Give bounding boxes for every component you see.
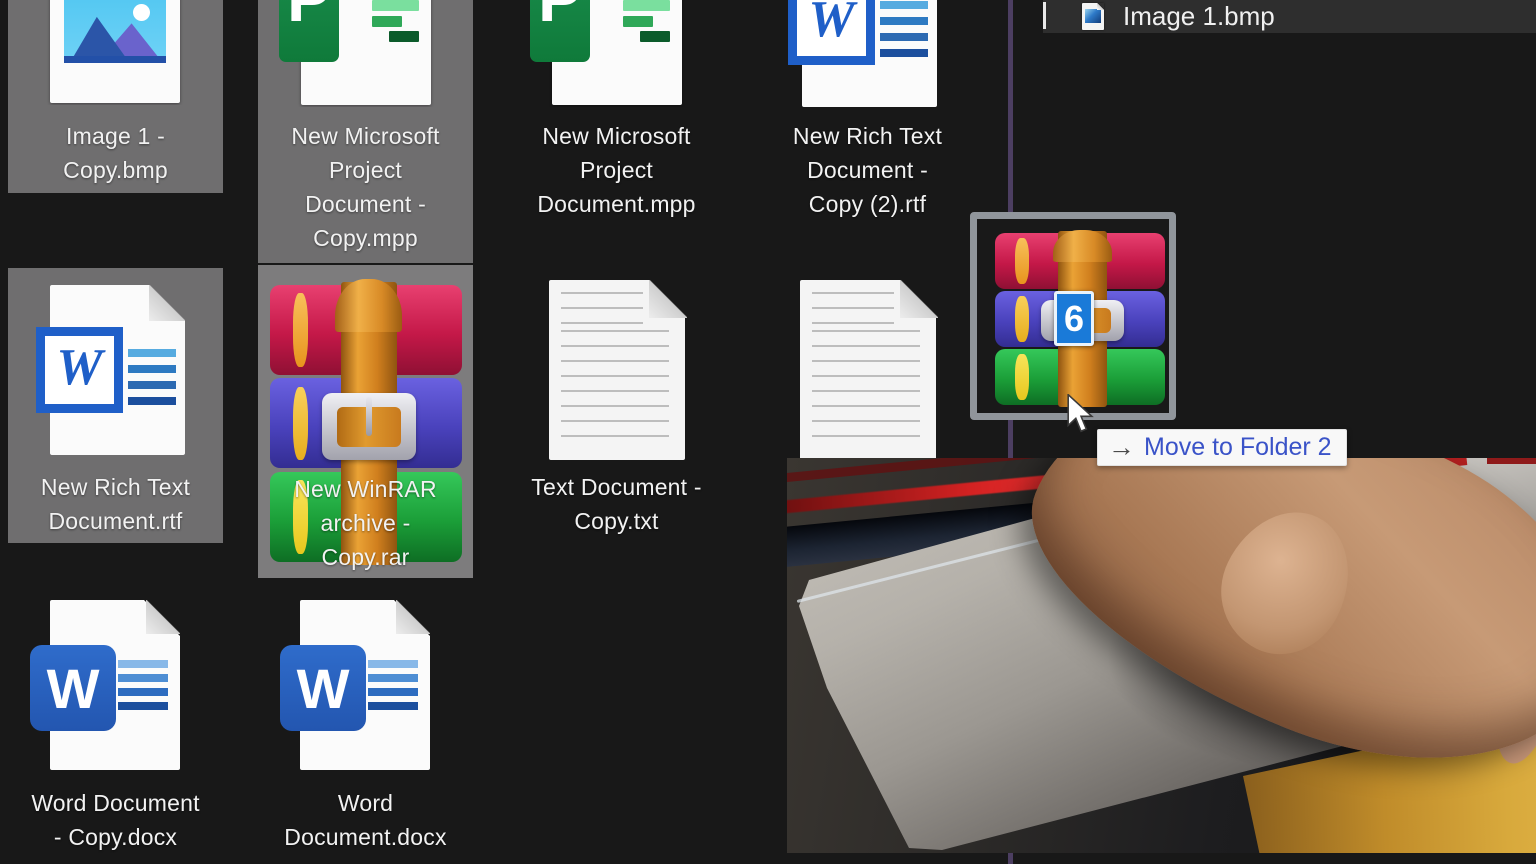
mpp-file-icon: P [509,0,724,107]
project-logo: P [530,0,590,62]
txt-file-icon [509,265,724,465]
touchpad-video-overlay: intel core [787,458,1536,853]
list-item-label: Image 1.bmp [1123,0,1275,33]
word-logo: W [30,645,116,731]
file-label: New WinRAR archive - Copy.rar [252,472,479,574]
project-logo: P [279,0,339,62]
file-label: New Microsoft Project Document.mpp [503,119,730,221]
desktop-screen: { "left_pane": { "tiles": [ {"filename":… [0,0,1536,864]
file-tile-docx[interactable]: W Word Document.docx [258,595,473,864]
rtf-file-icon: W [760,0,975,107]
docx-file-icon: W [8,595,223,775]
file-label: Image 1 - Copy.bmp [2,119,229,187]
rar-buckle [322,393,416,460]
mouse-cursor [1066,394,1094,441]
bmp-small-icon [1082,3,1104,30]
file-tile-rtf[interactable]: W New Rich Text Document.rtf [8,268,223,543]
file-tile-image1-copy-bmp[interactable]: Image 1 - Copy.bmp [8,0,223,193]
page-fold [396,600,430,634]
page-fold [900,280,938,318]
file-tile-winrar-copy[interactable]: New WinRAR archive - Copy.rar [258,265,473,578]
page-fold [649,280,687,318]
mpp-file-icon: P [258,0,473,107]
file-tile-project-mpp[interactable]: P New Microsoft Project Document.mpp [509,0,724,240]
drop-tooltip: → Move to Folder 2 [1097,429,1347,466]
file-tile-docx-copy[interactable]: W Word Document - Copy.docx [8,595,223,864]
rtf-file-icon: W [8,268,223,458]
file-label: New Rich Text Document.rtf [2,470,229,538]
file-tile-txt-copy[interactable]: Text Document - Copy.txt [509,265,724,545]
word-logo: W [788,0,875,65]
docx-file-icon: W [258,595,473,775]
move-arrow-icon: → [1108,434,1135,461]
page-fold [146,600,180,634]
drag-count-badge: 6 [1054,291,1094,346]
sun-shape [133,4,150,21]
drop-tooltip-label: Move to Folder 2 [1144,433,1332,462]
file-label: New Rich Text Document - Copy (2).rtf [754,119,981,221]
list-item-image1-bmp[interactable]: Image 1.bmp [1043,0,1536,33]
file-label: Word Document - Copy.docx [2,786,229,854]
file-label: Text Document - Copy.txt [503,470,730,538]
word-logo: W [36,327,123,413]
bmp-thumbnail [64,0,166,63]
file-tile-rtf-copy2[interactable]: W New Rich Text Document - Copy (2).rtf [760,0,975,240]
txt-file-icon [760,265,975,465]
word-logo: W [280,645,366,731]
file-tile-project-copy-mpp[interactable]: P New Microsoft Project Document - Copy.… [258,0,473,263]
file-label: Word Document.docx [252,786,479,854]
file-label: New Microsoft Project Document - Copy.mp… [252,119,479,255]
bmp-file-icon [8,0,223,105]
page-fold [149,285,185,321]
